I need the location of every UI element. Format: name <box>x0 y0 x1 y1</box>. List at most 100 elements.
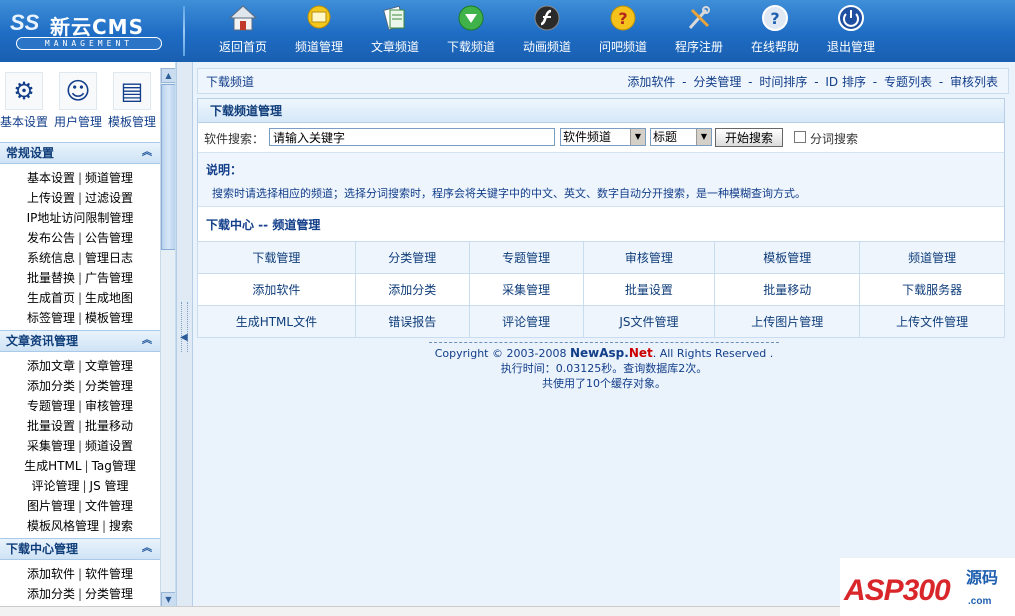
sidebar-item[interactable]: 批量设置 <box>27 419 75 433</box>
grid-link[interactable]: 上传图片管理 <box>714 305 861 338</box>
grid-link[interactable]: JS文件管理 <box>582 305 716 338</box>
sidebar-item[interactable]: 添加分类 <box>27 379 75 393</box>
sidebar-item[interactable]: 软件管理 <box>85 567 133 581</box>
sidebar-item[interactable]: JS 管理 <box>90 479 129 493</box>
grid-link[interactable]: 采集管理 <box>468 273 584 306</box>
grid-link[interactable]: 批量设置 <box>582 273 716 306</box>
sidebar-item[interactable]: 发布公告 <box>27 231 75 245</box>
gears-icon: ⚙ <box>5 72 43 110</box>
template-icon: ▤ <box>113 72 151 110</box>
sidebar-item[interactable]: 搜索 <box>109 519 133 533</box>
grid-link[interactable]: 下载管理 <box>197 241 356 274</box>
sidebar-item[interactable]: 频道设置 <box>85 439 133 453</box>
section-header: 下载中心 -- 频道管理 <box>198 207 1004 237</box>
sidebar-item[interactable]: 文章管理 <box>85 359 133 373</box>
grid-link[interactable]: 批量移动 <box>714 273 861 306</box>
channel-select-value: 软件频道 <box>563 130 612 144</box>
sidebar-item[interactable]: 分类管理 <box>85 587 133 601</box>
sidebar-item[interactable]: 添加软件 <box>27 567 75 581</box>
collapse-left-icon[interactable]: ◀ <box>180 332 188 343</box>
grid-link[interactable]: 审核管理 <box>582 241 716 274</box>
sidebar-item[interactable]: 文件管理 <box>85 499 133 513</box>
panel-splitter[interactable]: ◀ <box>176 62 193 616</box>
sidebar-item[interactable]: IP地址访问限制管理 <box>27 211 134 225</box>
sidebar-item[interactable]: 分类管理 <box>85 379 133 393</box>
sidebar-item[interactable]: 广告管理 <box>85 271 133 285</box>
sidebar-item[interactable]: 添加文章 <box>27 359 75 373</box>
sidebar-item[interactable]: 标签管理 <box>27 311 75 325</box>
link-sort-time[interactable]: 时间排序 <box>759 75 807 89</box>
nav-logout[interactable]: 退出管理 <box>813 4 889 60</box>
sidebar-item[interactable]: 模板管理 <box>85 311 133 325</box>
sidebar-item[interactable]: 生成地图 <box>85 291 133 305</box>
grid-link[interactable]: 上传文件管理 <box>859 305 1005 338</box>
link-topic-list[interactable]: 专题列表 <box>884 75 932 89</box>
sidebar-section-header[interactable]: 下载中心管理 ︽ <box>0 538 160 560</box>
sidebar-item[interactable]: 审核管理 <box>85 399 133 413</box>
scroll-up-icon[interactable]: ▲ <box>161 68 175 83</box>
sidebar-item[interactable]: 批量替换 <box>27 271 75 285</box>
link-sort-id[interactable]: ID 排序 <box>825 75 866 89</box>
scroll-down-icon[interactable]: ▼ <box>161 592 175 607</box>
sidebar-item[interactable]: 评论管理 <box>31 479 79 493</box>
link-category-manage[interactable]: 分类管理 <box>693 75 741 89</box>
tool-user-manage[interactable]: ☺ 用户管理 <box>50 72 106 130</box>
sidebar-item[interactable]: 图片管理 <box>27 499 75 513</box>
sidebar-section-title: 常规设置 <box>6 146 55 160</box>
menu-separator: | <box>77 311 83 325</box>
grid-link[interactable]: 生成HTML文件 <box>197 305 356 338</box>
scroll-thumb[interactable] <box>161 84 175 250</box>
collapse-chevron-icon[interactable]: ︽ <box>142 539 152 559</box>
copyright: Copyright © 2003-2008 NewAsp.Net. All Ri… <box>193 346 1015 361</box>
tool-template-manage[interactable]: ▤ 模板管理 <box>104 72 160 130</box>
nav-home[interactable]: 返回首页 <box>205 4 281 60</box>
sidebar-item[interactable]: 基本设置 <box>27 171 75 185</box>
nav-register[interactable]: 程序注册 <box>661 4 737 60</box>
grid-link[interactable]: 添加分类 <box>354 273 470 306</box>
sidebar-item[interactable]: 频道管理 <box>85 171 133 185</box>
sidebar-item[interactable]: 采集管理 <box>27 439 75 453</box>
grid-link[interactable]: 下载服务器 <box>859 273 1005 306</box>
sidebar-section-header[interactable]: 常规设置 ︽ <box>0 142 160 164</box>
sidebar-item[interactable]: 公告管理 <box>85 231 133 245</box>
sidebar-item[interactable]: 模板风格管理 <box>27 519 99 533</box>
collapse-chevron-icon[interactable]: ︽ <box>142 331 152 351</box>
nav-label: 在线帮助 <box>750 40 799 54</box>
sidebar-item[interactable]: Tag管理 <box>92 459 136 473</box>
sidebar-scrollbar[interactable]: ▲ ▼ <box>160 68 175 608</box>
sidebar-section-header[interactable]: 文章资讯管理 ︽ <box>0 330 160 352</box>
grid-link[interactable]: 频道管理 <box>859 241 1005 274</box>
grid-link[interactable]: 评论管理 <box>468 305 584 338</box>
sidebar-item[interactable]: 管理日志 <box>85 251 133 265</box>
nav-article-channel[interactable]: 文章频道 <box>357 4 433 60</box>
tool-basic-settings[interactable]: ⚙ 基本设置 <box>0 72 52 130</box>
nav-ask-channel[interactable]: ? 问吧频道 <box>585 4 661 60</box>
grid-link[interactable]: 错误报告 <box>354 305 470 338</box>
sidebar-item[interactable]: 系统信息 <box>27 251 75 265</box>
sidebar-item[interactable]: 生成首页 <box>27 291 75 305</box>
sidebar-item[interactable]: 上传设置 <box>27 191 75 205</box>
link-review-list[interactable]: 审核列表 <box>950 75 998 89</box>
grid-link[interactable]: 分类管理 <box>354 241 470 274</box>
nav-help[interactable]: ? 在线帮助 <box>737 4 813 60</box>
sidebar-item[interactable]: 过滤设置 <box>85 191 133 205</box>
search-input[interactable] <box>269 128 555 146</box>
segment-search-checkbox[interactable] <box>794 131 806 143</box>
sidebar-item[interactable]: 批量移动 <box>85 419 133 433</box>
channel-select[interactable]: 软件频道 ▼ <box>560 128 646 146</box>
sidebar-item[interactable]: 生成HTML <box>24 459 81 473</box>
sidebar-item[interactable]: 专题管理 <box>27 399 75 413</box>
nav-channel-manage[interactable]: 频道管理 <box>281 4 357 60</box>
nav-download-channel[interactable]: 下载频道 <box>433 4 509 60</box>
search-button[interactable]: 开始搜索 <box>715 128 783 147</box>
collapse-chevron-icon[interactable]: ︽ <box>142 143 152 163</box>
menu-separator: | <box>77 291 83 305</box>
grid-link[interactable]: 模板管理 <box>714 241 861 274</box>
grid-link[interactable]: 添加软件 <box>197 273 356 306</box>
link-add-software[interactable]: 添加软件 <box>627 75 675 89</box>
grid-link[interactable]: 专题管理 <box>468 241 584 274</box>
logo-mark: SS <box>10 10 40 35</box>
sidebar-item[interactable]: 添加分类 <box>27 587 75 601</box>
nav-flash-channel[interactable]: 动画频道 <box>509 4 585 60</box>
field-select[interactable]: 标题 ▼ <box>650 128 712 146</box>
